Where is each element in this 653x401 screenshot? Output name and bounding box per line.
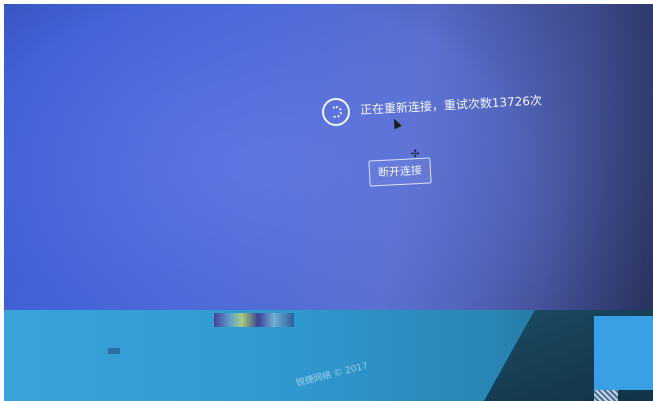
glitch-bright-patch <box>594 316 653 390</box>
checker-artifact <box>594 390 618 401</box>
loading-spinner-icon <box>322 98 350 126</box>
monitor-photo: 正在重新连接，重试次数13726次 断开连接 ✣ 锐捷网络 © 2017 <box>4 4 653 401</box>
glitch-artifact-dot <box>108 348 120 354</box>
disconnect-button[interactable]: 断开连接 <box>368 157 432 187</box>
spinner-dots <box>330 106 342 118</box>
move-cursor-icon: ✣ <box>411 149 420 160</box>
glitch-artifact <box>214 313 294 327</box>
